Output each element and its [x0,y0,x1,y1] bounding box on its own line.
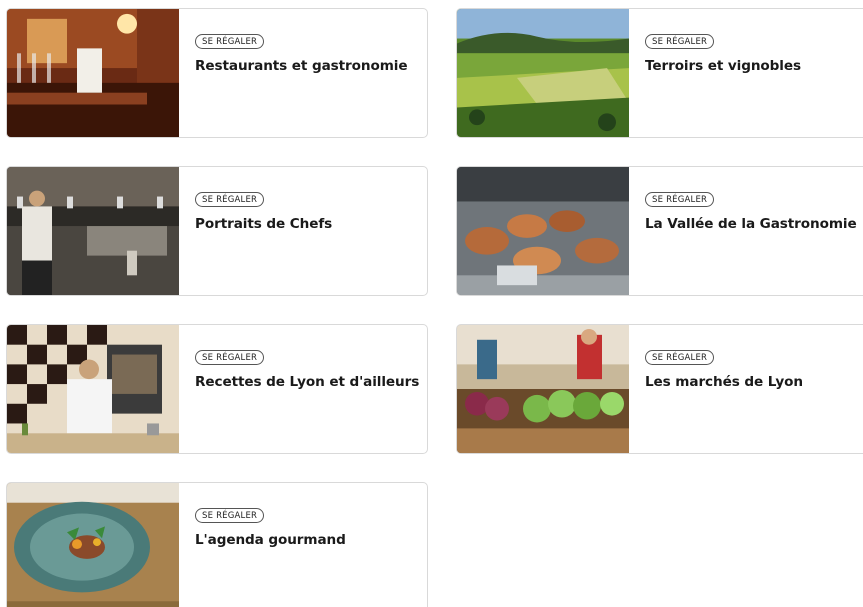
card-title[interactable]: L'agenda gourmand [195,532,427,548]
card-title[interactable]: Terroirs et vignobles [645,58,863,74]
card-terroirs[interactable]: SE RÉGALER Terroirs et vignobles [456,8,863,138]
card-agenda[interactable]: SE RÉGALER L'agenda gourmand [6,482,428,607]
category-badge: SE RÉGALER [645,350,715,365]
gourmet-dish-image [7,483,179,607]
vineyard-landscape-image [457,9,629,137]
card-portraits-chefs[interactable]: SE RÉGALER Portraits de Chefs [6,166,428,296]
category-badge: SE RÉGALER [645,192,715,207]
card-title[interactable]: La Vallée de la Gastronomie [645,216,863,232]
card-recettes[interactable]: SE RÉGALER Recettes de Lyon et d'ailleur… [6,324,428,454]
card-marches[interactable]: SE RÉGALER Les marchés de Lyon [456,324,863,454]
card-grid: SE RÉGALER Restaurants et gastronomie SE… [0,0,863,607]
market-stall-image [457,325,629,453]
category-badge: SE RÉGALER [645,34,715,49]
category-badge: SE RÉGALER [195,350,265,365]
category-badge: SE RÉGALER [195,34,265,49]
card-vallee-gastronomie[interactable]: SE RÉGALER La Vallée de la Gastronomie [456,166,863,296]
card-title[interactable]: Les marchés de Lyon [645,374,863,390]
chef-cooking-image [7,325,179,453]
restaurant-interior-image [7,9,179,137]
card-title[interactable]: Portraits de Chefs [195,216,427,232]
card-restaurants[interactable]: SE RÉGALER Restaurants et gastronomie [6,8,428,138]
card-title[interactable]: Recettes de Lyon et d'ailleurs [195,374,427,390]
category-badge: SE RÉGALER [195,192,265,207]
card-title[interactable]: Restaurants et gastronomie [195,58,427,74]
category-badge: SE RÉGALER [195,508,265,523]
kitchen-chef-image [7,167,179,295]
copper-pans-image [457,167,629,295]
